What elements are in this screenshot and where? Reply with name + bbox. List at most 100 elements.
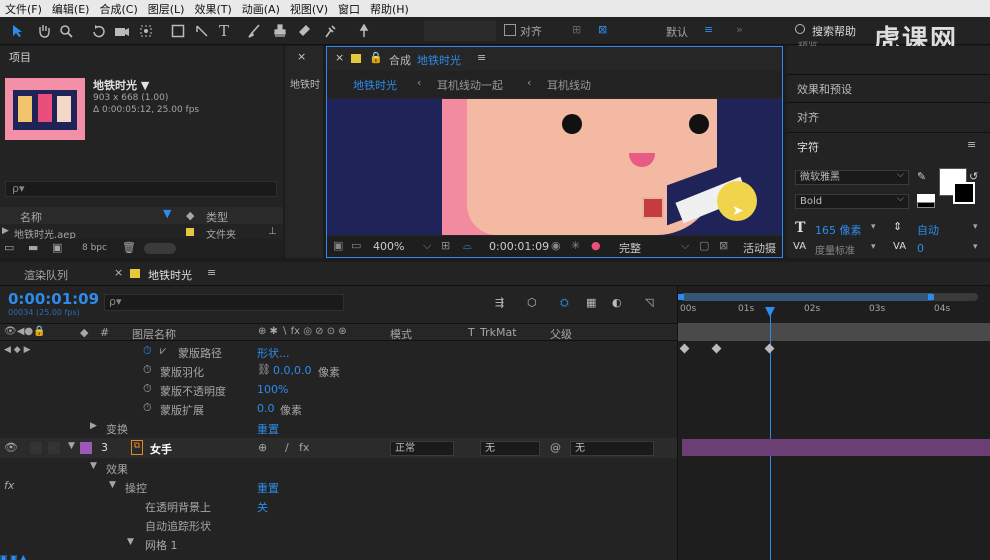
clone-stamp-tool-icon[interactable] [272, 23, 288, 39]
region-interest-icon[interactable]: ▢ [699, 239, 709, 252]
puppet-pin-handle[interactable] [642, 197, 664, 219]
comp-mini-flowchart-icon[interactable]: ⇶ [495, 296, 504, 309]
stopwatch-icon[interactable]: ⏱ [143, 401, 152, 415]
zoom-value[interactable]: 400% [373, 240, 404, 253]
crumb-1[interactable]: 地铁时光 [353, 77, 397, 93]
interpret-footage-icon[interactable]: ▭ [4, 241, 14, 254]
puppet-pin-tool-icon[interactable] [356, 23, 372, 39]
align-checkbox[interactable] [504, 24, 516, 36]
row-puppet[interactable]: fx ▼ 操控 重置 [0, 477, 677, 496]
effects-disclosure-icon[interactable]: ▼ [90, 461, 97, 471]
rotate-tool-icon[interactable] [90, 23, 106, 39]
link-icon[interactable]: ⛓ [257, 363, 271, 376]
project-panel-title[interactable]: 项目 [9, 49, 31, 65]
stopwatch-icon[interactable]: ⏱ [143, 363, 152, 377]
col-type[interactable]: 类型 [206, 209, 228, 225]
col-mode[interactable]: 模式 [390, 326, 412, 342]
on-transparent-value[interactable]: 关 [257, 499, 268, 515]
keyframe[interactable] [711, 343, 722, 354]
layer-trkmat-select[interactable]: 无 [480, 441, 540, 456]
zoom-tool-icon[interactable] [58, 23, 74, 39]
character-panel-header[interactable]: 字符 ≡ [787, 132, 990, 158]
comp-header-name[interactable]: 地铁时光 [417, 52, 461, 68]
row-mask-feather[interactable]: ⏱ 蒙版羽化 ⛓ 0.0,0.0 像素 [0, 361, 677, 380]
hand-tool-icon[interactable] [36, 23, 52, 39]
mask-path-value[interactable]: 形状... [257, 345, 290, 361]
disclosure-icon[interactable]: ▶ [2, 226, 9, 236]
lock-box[interactable] [48, 442, 60, 454]
workspace-menu-icon[interactable]: ≡ [704, 23, 713, 36]
tab-close-icon[interactable]: × [114, 266, 123, 279]
label-column-icon[interactable]: ◆ [80, 326, 88, 339]
project-item-row[interactable]: ▶ 地铁时光.aep 文件夹 ⊥ [0, 226, 283, 241]
selection-tool-icon[interactable] [10, 23, 26, 39]
row-layer-3[interactable]: 👁 ▼ 3 ⧉ 女手 ⊕ ∕ fx 正常 无 @ 无 [0, 438, 677, 458]
search-help-input[interactable]: 搜索帮助 [812, 23, 856, 39]
mesh-disclosure-icon[interactable]: ▼ [127, 537, 134, 547]
comp-close-icon[interactable]: × [335, 51, 344, 64]
layer-parent-select[interactable]: 无 [570, 441, 654, 456]
row-mesh[interactable]: ▼ 网格 1 [0, 534, 677, 553]
time-navigator-bar[interactable] [678, 323, 990, 341]
thumbnail-size-slider[interactable] [144, 243, 176, 254]
work-area-start-handle[interactable] [678, 294, 684, 300]
label-icon[interactable]: ◆ [186, 209, 194, 222]
menu-layer[interactable]: 图层(L) [143, 1, 190, 17]
mask-expansion-value[interactable]: 0.0 [257, 402, 275, 415]
pen-tool-icon[interactable] [194, 23, 210, 39]
menu-animation[interactable]: 动画(A) [237, 1, 285, 17]
transform-reset[interactable]: 重置 [257, 421, 279, 437]
swap-colors-icon[interactable]: ↺ [969, 170, 978, 183]
snap-options-icon[interactable]: ⊞ [572, 23, 581, 36]
row-mask-expansion[interactable]: ⏱ 蒙版扩展 0.0 像素 [0, 399, 677, 418]
kerning-dropdown-icon[interactable]: ▾ [871, 242, 876, 252]
align-panel-header[interactable]: 对齐 [787, 102, 990, 128]
stopwatch-icon[interactable]: ⏱ [143, 382, 152, 396]
row-effects[interactable]: ▼ 效果 [0, 458, 677, 477]
layer-mode-select[interactable]: 正常 [390, 441, 454, 456]
keyframe-nav-icon[interactable]: ◀ ◆ ▶ [4, 345, 31, 355]
keyframe[interactable] [679, 343, 690, 354]
snap-target-icon[interactable]: ⊠ [598, 23, 607, 36]
menu-composition[interactable]: 合成(C) [94, 1, 142, 17]
font-size-value[interactable]: 165 像素 [815, 222, 862, 238]
av-features-icons[interactable]: 👁◀●🔒 [4, 326, 46, 337]
crumb-2[interactable]: 耳机线动一起 [437, 77, 503, 93]
graph-editor-icon[interactable]: ◹ [645, 296, 653, 309]
row-auto-trace[interactable]: 自动追踪形状 [0, 515, 677, 534]
search-help-icon[interactable] [795, 24, 805, 34]
visibility-eye-icon[interactable]: 👁 [4, 441, 18, 454]
motion-blur-icon[interactable]: ◐ [612, 296, 622, 309]
rectangle-tool-icon[interactable] [170, 23, 186, 39]
pickwhip-icon[interactable]: @ [550, 441, 561, 454]
font-dropdown-icon[interactable]: ⌵ [897, 170, 904, 180]
timeline-search-input[interactable]: ρ▾ [104, 294, 344, 311]
shy-switch-icon[interactable]: ⊕ [258, 441, 267, 454]
camera-tool-icon[interactable] [114, 23, 130, 39]
tab-render-queue[interactable]: 渲染队列 [24, 267, 68, 283]
snapshot-icon[interactable]: ◉ [551, 239, 561, 252]
shy-layers-icon[interactable]: ⛭ [560, 296, 569, 310]
close-icon[interactable]: × [297, 50, 306, 63]
frame-blending-icon[interactable]: ▦ [586, 296, 596, 309]
layer-duration-bar[interactable] [682, 439, 990, 456]
show-snapshot-icon[interactable]: ✳ [571, 239, 580, 252]
row-transform[interactable]: ▶ 变换 重置 [0, 418, 677, 437]
kerning-value[interactable]: 度量标准 [815, 242, 855, 257]
menu-window[interactable]: 窗口 [333, 1, 365, 17]
solo-box[interactable] [30, 442, 42, 454]
font-style-select[interactable]: Bold [795, 194, 909, 209]
stopwatch-icon[interactable]: ⏱ [143, 344, 152, 358]
character-menu-icon[interactable]: ≡ [967, 138, 976, 151]
effects-presets-header[interactable]: 效果和预设 [787, 74, 990, 100]
lock-icon[interactable]: 🔒 [369, 51, 383, 64]
comp-name[interactable]: 地铁时光 ▼ [93, 77, 149, 93]
bit-depth[interactable]: 8 bpc [82, 243, 107, 253]
mask-opacity-value[interactable]: 100% [257, 383, 288, 396]
color-channels-icon[interactable]: ● [591, 239, 601, 252]
display-icon[interactable]: ▭ [351, 239, 361, 252]
eraser-tool-icon[interactable] [296, 23, 312, 39]
leading-value[interactable]: 自动 [917, 222, 939, 238]
tab-comp[interactable]: 地铁时光 [148, 267, 192, 283]
comp-viewer-canvas[interactable]: ➤ [327, 99, 782, 235]
